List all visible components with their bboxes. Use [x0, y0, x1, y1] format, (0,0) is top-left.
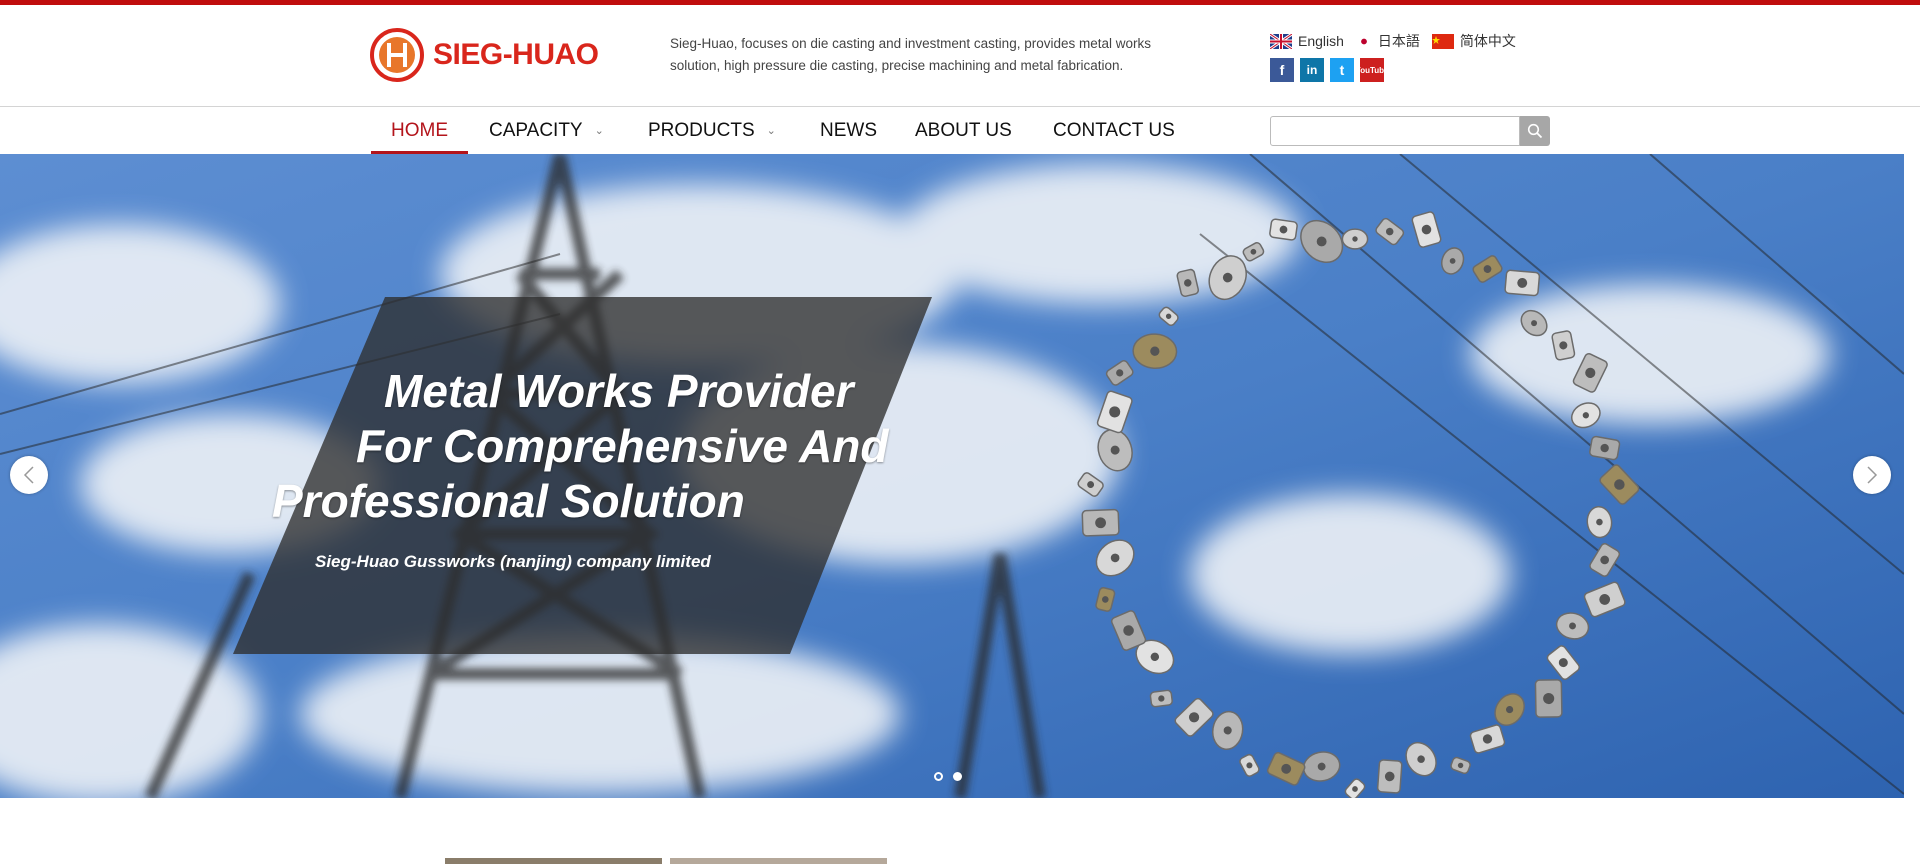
china-flag-icon — [1431, 33, 1454, 49]
nav-capacity[interactable]: CAPACITY ⌄ — [489, 107, 604, 154]
slider-next-button[interactable] — [1853, 456, 1891, 494]
youtube-icon[interactable]: YouTube — [1355, 58, 1389, 82]
logo-text: SIEG-HUAO — [433, 38, 599, 71]
nav-label: CONTACT US — [1053, 120, 1175, 141]
thumbnail-image[interactable] — [670, 858, 887, 864]
language-label: 简体中文 — [1459, 33, 1516, 49]
search-input[interactable] — [1270, 116, 1520, 146]
language-label: 日本語 — [1377, 33, 1420, 49]
section-thumbnails — [445, 858, 895, 864]
site-tagline: Sieg-Huao, focuses on die casting and in… — [670, 36, 1151, 73]
hero-subline: Sieg-Huao Gussworks (nanjing) company li… — [315, 552, 711, 571]
main-nav: HOME CAPACITY ⌄ PRODUCTS ⌄ NEWS ABOUT US C… — [0, 107, 1920, 154]
nav-label: CAPACITY — [489, 120, 583, 141]
nav-label: ABOUT US — [915, 120, 1012, 141]
linkedin-icon[interactable]: in — [1300, 58, 1324, 82]
chevron-down-icon: ⌄ — [594, 125, 604, 137]
facebook-icon[interactable]: f — [1270, 58, 1294, 82]
hero-slider: Metal Works Provider For Comprehensive A… — [0, 154, 1904, 798]
search-button[interactable] — [1520, 116, 1550, 146]
language-chinese[interactable]: 简体中文 — [1431, 31, 1516, 51]
language-english[interactable]: English — [1270, 33, 1344, 49]
nav-label: PRODUCTS — [648, 120, 755, 141]
slider-dot[interactable] — [934, 772, 943, 781]
hero-headline-line: Metal Works Provider — [384, 365, 854, 417]
language-switcher: English 日本語 简体中文 — [1270, 31, 1528, 51]
slider-pagination — [934, 772, 972, 781]
hero-headline-line: For Comprehensive And — [356, 420, 889, 472]
language-japanese[interactable]: 日本語 — [1355, 31, 1420, 51]
slider-dot-active[interactable] — [953, 772, 962, 781]
twitter-icon[interactable]: t — [1330, 58, 1354, 82]
site-logo[interactable]: SIEG-HUAO — [369, 25, 599, 85]
nav-products[interactable]: PRODUCTS ⌄ — [648, 107, 776, 154]
search-box — [1270, 116, 1550, 146]
slider-prev-button[interactable] — [10, 456, 48, 494]
hero-headline-line: Professional Solution — [272, 475, 745, 527]
japan-flag-icon — [1355, 35, 1372, 47]
site-header: SIEG-HUAO Sieg-Huao, focuses on die cast… — [0, 5, 1920, 107]
logo-mark-icon — [370, 28, 424, 82]
nav-news[interactable]: NEWS — [820, 107, 877, 154]
chevron-down-icon: ⌄ — [766, 125, 776, 137]
chevron-right-icon — [1867, 466, 1878, 484]
search-icon — [1527, 123, 1543, 139]
nav-about-us[interactable]: ABOUT US — [915, 107, 1012, 154]
chevron-left-icon — [23, 466, 34, 484]
thumbnail-image[interactable] — [445, 858, 662, 864]
hero-headline: Metal Works Provider For Comprehensive A… — [272, 364, 889, 529]
nav-label: NEWS — [820, 120, 877, 141]
nav-contact-us[interactable]: CONTACT US — [1053, 107, 1175, 154]
language-label: English — [1298, 33, 1344, 49]
nav-home[interactable]: HOME — [371, 107, 468, 154]
hero-slide: Metal Works Provider For Comprehensive A… — [0, 154, 1904, 798]
uk-flag-icon — [1270, 33, 1292, 49]
social-links: f in t YouTube — [1270, 58, 1390, 82]
nav-label: HOME — [391, 120, 448, 141]
